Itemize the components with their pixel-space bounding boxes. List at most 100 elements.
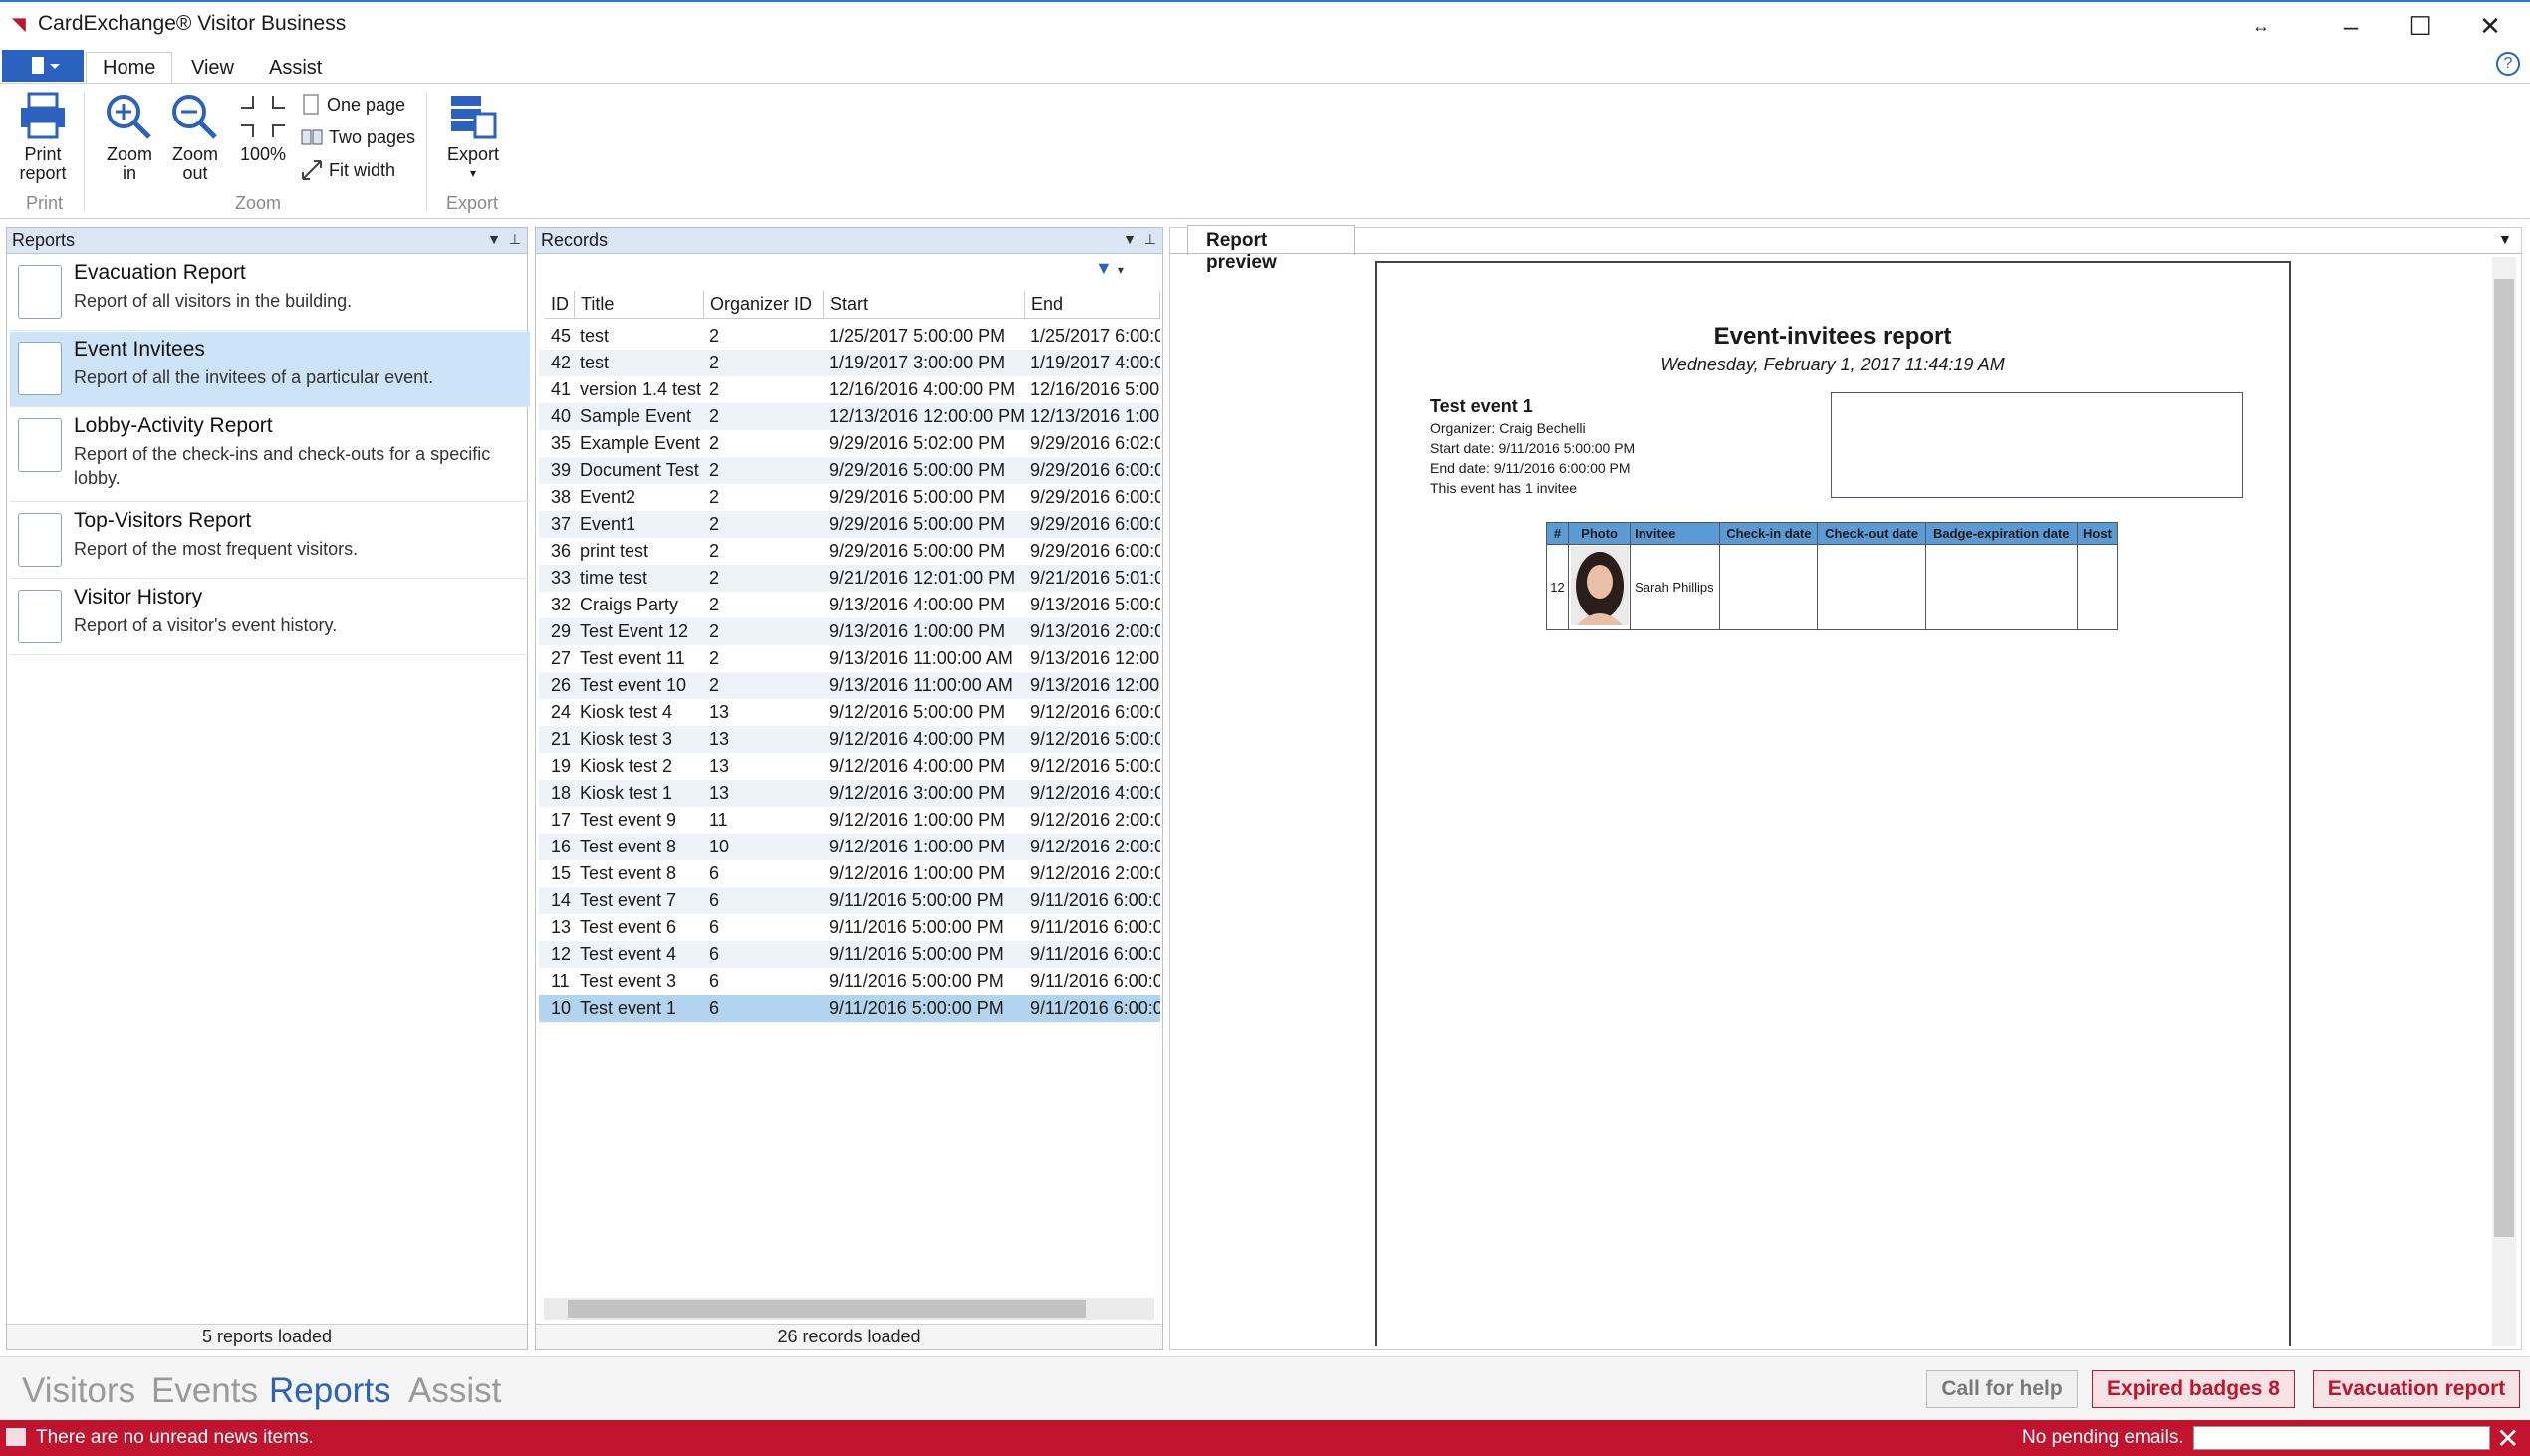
- print-group-label: Print: [26, 193, 64, 213]
- table-cell: 9/13/2016 1:00:00 PM: [829, 621, 1006, 641]
- table-row[interactable]: 24 Kiosk test 4 13 9/12/2016 5:00:00 PM 9/12…: [539, 699, 1160, 726]
- zoom-in-button[interactable]: Zoom in: [100, 92, 159, 183]
- maximize-button[interactable]: ☐: [2391, 6, 2450, 46]
- column-header-end[interactable]: End: [1025, 291, 1160, 319]
- table-cell: 9/11/2016 6:00:00 PM: [1030, 917, 1160, 937]
- export-button[interactable]: Export ▾: [440, 92, 506, 183]
- table-cell: 26: [551, 675, 572, 695]
- table-cell: print test: [580, 541, 649, 561]
- table-cell: 2: [709, 621, 720, 641]
- tab-view[interactable]: View: [175, 52, 250, 84]
- table-row[interactable]: 37 Event1 2 9/29/2016 5:00:00 PM 9/29/2016 6…: [539, 511, 1160, 538]
- expired-badges-button[interactable]: Expired badges 8: [2092, 1370, 2295, 1408]
- report-item-top-visitors[interactable]: Top-Visitors Report Report of the most f…: [10, 503, 530, 579]
- tab-report-preview[interactable]: Report preview: [1187, 225, 1355, 273]
- table-header-host: Host: [2076, 522, 2119, 545]
- file-menu-button[interactable]: [2, 50, 84, 82]
- news-icon[interactable]: [6, 1428, 26, 1446]
- print-report-button[interactable]: Print report: [10, 92, 76, 183]
- table-row[interactable]: 13 Test event 6 6 9/11/2016 5:00:00 PM 9/11/…: [539, 914, 1160, 941]
- two-pages-button[interactable]: Two pages: [301, 126, 415, 148]
- table-row[interactable]: 35 Example Event 2 9/29/2016 5:02:00 PM 9/29…: [539, 430, 1160, 457]
- table-cell: Test event 4: [580, 944, 677, 964]
- panel-options-icon[interactable]: ▼ ⊥: [487, 231, 521, 248]
- tab-assist[interactable]: Assist: [253, 52, 338, 84]
- report-list-icon: [18, 342, 62, 395]
- table-row[interactable]: 19 Kiosk test 2 13 9/12/2016 4:00:00 PM 9/12…: [539, 753, 1160, 780]
- table-cell: test: [580, 326, 610, 346]
- call-for-help-button[interactable]: Call for help: [1926, 1370, 2078, 1408]
- one-page-button[interactable]: One page: [301, 94, 405, 116]
- table-cell: 13: [709, 783, 730, 803]
- close-status-icon[interactable]: ✕: [2496, 1422, 2519, 1455]
- table-cell: 9/12/2016 4:00:00 PM: [829, 756, 1006, 776]
- column-header-start[interactable]: Start: [824, 291, 1025, 319]
- report-item-evacuation[interactable]: Evacuation Report Report of all visitors…: [10, 255, 530, 331]
- table-row[interactable]: 29 Test Event 12 2 9/13/2016 1:00:00 PM 9/13…: [539, 618, 1160, 645]
- restore-layout-icon[interactable]: ↔: [2231, 6, 2291, 46]
- table-row[interactable]: 33 time test 2 9/21/2016 12:01:00 PM 9/21/20…: [539, 565, 1160, 592]
- table-cell: 6: [709, 890, 720, 910]
- table-row[interactable]: 32 Craigs Party 2 9/13/2016 4:00:00 PM 9/13/…: [539, 592, 1160, 618]
- report-item-event-invitees[interactable]: Event Invitees Report of all the invitee…: [10, 332, 530, 407]
- table-row[interactable]: 39 Document Test 2 9/29/2016 5:00:00 PM 9/29…: [539, 457, 1160, 484]
- table-row[interactable]: 42 test 2 1/19/2017 3:00:00 PM 1/19/2017 4:0…: [539, 350, 1160, 376]
- close-button[interactable]: ✕: [2460, 6, 2520, 46]
- horizontal-scrollbar[interactable]: [544, 1298, 1154, 1320]
- table-row[interactable]: 36 print test 2 9/29/2016 5:00:00 PM 9/29/20…: [539, 538, 1160, 565]
- nav-assist[interactable]: Assist: [408, 1371, 501, 1411]
- evacuation-report-button[interactable]: Evacuation report: [2313, 1370, 2520, 1408]
- column-header-id[interactable]: ID: [545, 291, 575, 319]
- column-header-organizer-id[interactable]: Organizer ID: [704, 291, 824, 319]
- table-cell: 9/11/2016 6:00:00 PM: [1030, 890, 1160, 910]
- ribbon: Print report Print Zoom in Zoom out 100%…: [0, 83, 2530, 219]
- scrollbar-thumb[interactable]: [568, 1300, 1086, 1318]
- scrollbar-thumb[interactable]: [2494, 279, 2514, 1237]
- report-description: Report of a visitor's event history.: [74, 615, 338, 635]
- table-cell: 24: [551, 702, 572, 722]
- zoom-out-button[interactable]: Zoom out: [165, 92, 225, 183]
- table-cell: 9/29/2016 5:00:00 PM: [829, 514, 1006, 534]
- table-row[interactable]: 26 Test event 10 2 9/13/2016 11:00:00 AM 9/1…: [539, 672, 1160, 699]
- filter-icon[interactable]: ▼ ▾: [1095, 258, 1158, 284]
- table-row[interactable]: 10 Test event 1 6 9/11/2016 5:00:00 PM 9/11/…: [539, 995, 1160, 1022]
- nav-visitors[interactable]: Visitors: [22, 1371, 135, 1411]
- nav-reports[interactable]: Reports: [269, 1371, 391, 1411]
- table-cell: 9/13/2016 5:00:00 PM: [1030, 595, 1160, 614]
- report-item-lobby-activity[interactable]: Lobby-Activity Report Report of the chec…: [10, 408, 530, 502]
- table-cell: 9/29/2016 5:02:00 PM: [829, 433, 1006, 453]
- table-row[interactable]: 41 version 1.4 test 2 12/16/2016 4:00:00 PM…: [539, 376, 1160, 403]
- fit-width-button[interactable]: Fit width: [301, 159, 395, 181]
- table-row[interactable]: 17 Test event 9 11 9/12/2016 1:00:00 PM 9/12…: [539, 807, 1160, 834]
- column-header-title[interactable]: Title: [575, 291, 704, 319]
- table-row[interactable]: 45 test 2 1/25/2017 5:00:00 PM 1/25/2017 6:0…: [539, 323, 1160, 350]
- report-item-visitor-history[interactable]: Visitor History Report of a visitor's ev…: [10, 580, 530, 655]
- vertical-scrollbar[interactable]: [2492, 257, 2516, 1346]
- panel-options-icon[interactable]: ▼ ⊥: [1123, 231, 1156, 248]
- table-row[interactable]: 38 Event2 2 9/29/2016 5:00:00 PM 9/29/2016 6…: [539, 484, 1160, 511]
- invitee-count: This event has 1 invitee: [1430, 480, 1578, 496]
- report-title: Event Invitees: [74, 338, 205, 361]
- table-row[interactable]: 11 Test event 3 6 9/11/2016 5:00:00 PM 9/11/…: [539, 968, 1160, 995]
- minimize-button[interactable]: –: [2321, 6, 2381, 46]
- table-row[interactable]: 12 Test event 4 6 9/11/2016 5:00:00 PM 9/11/…: [539, 941, 1160, 968]
- help-icon[interactable]: ?: [2496, 52, 2520, 76]
- preview-options-icon[interactable]: ▼: [2498, 231, 2512, 247]
- table-cell: 9/11/2016 5:00:00 PM: [829, 998, 1004, 1018]
- table-row[interactable]: 15 Test event 8 6 9/12/2016 1:00:00 PM 9/12/…: [539, 860, 1160, 887]
- table-row[interactable]: 27 Test event 11 2 9/13/2016 11:00:00 AM 9/1…: [539, 645, 1160, 672]
- table-row[interactable]: 16 Test event 8 10 9/12/2016 1:00:00 PM 9/12…: [539, 834, 1160, 860]
- nav-events[interactable]: Events: [151, 1371, 258, 1411]
- table-row[interactable]: 40 Sample Event 2 12/13/2016 12:00:00 PM 12/…: [539, 403, 1160, 430]
- table-cell: 10: [551, 998, 572, 1018]
- table-cell: 11: [709, 810, 728, 830]
- tab-home[interactable]: Home: [86, 52, 173, 84]
- table-row[interactable]: 14 Test event 7 6 9/11/2016 5:00:00 PM 9/11/…: [539, 887, 1160, 914]
- table-cell: 9/29/2016 6:02:00 PM: [1030, 433, 1160, 453]
- table-row[interactable]: 18 Kiosk test 1 13 9/12/2016 3:00:00 PM 9/12…: [539, 780, 1160, 807]
- report-title: Event-invitees report: [1713, 323, 1952, 350]
- zoom-group-label: Zoom: [235, 193, 282, 213]
- table-cell: 9/29/2016 6:00:00 PM: [1030, 460, 1160, 480]
- zoom-100-button[interactable]: 100%: [233, 92, 293, 164]
- table-row[interactable]: 21 Kiosk test 3 13 9/12/2016 4:00:00 PM 9/12…: [539, 726, 1160, 753]
